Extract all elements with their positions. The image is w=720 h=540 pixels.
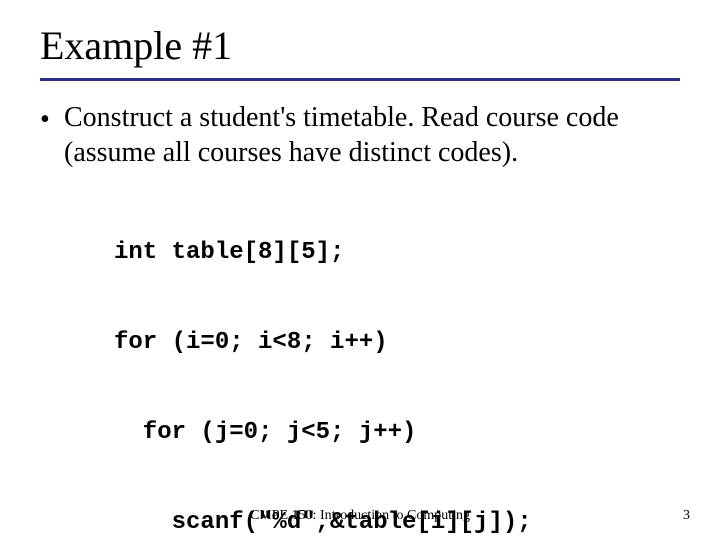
- bullet-marker: •: [40, 100, 64, 137]
- code-line: for (i=0; i<8; i++): [114, 328, 680, 358]
- bullet-text: Construct a student's timetable. Read co…: [64, 100, 680, 170]
- code-line: for (j=0; j<5; j++): [114, 418, 680, 448]
- title-underline: [40, 78, 680, 81]
- code-line: int table[8][5];: [114, 238, 680, 268]
- footer-page-number: 3: [683, 508, 690, 524]
- slide: Example #1 • Construct a student's timet…: [0, 0, 720, 540]
- code-block: int table[8][5]; for (i=0; i<8; i++) for…: [114, 178, 680, 540]
- footer-course: CMPE 150: Introduction to Computing: [0, 508, 720, 524]
- bullet-item: • Construct a student's timetable. Read …: [40, 100, 680, 170]
- slide-title: Example #1: [40, 22, 232, 69]
- slide-body: • Construct a student's timetable. Read …: [40, 100, 680, 540]
